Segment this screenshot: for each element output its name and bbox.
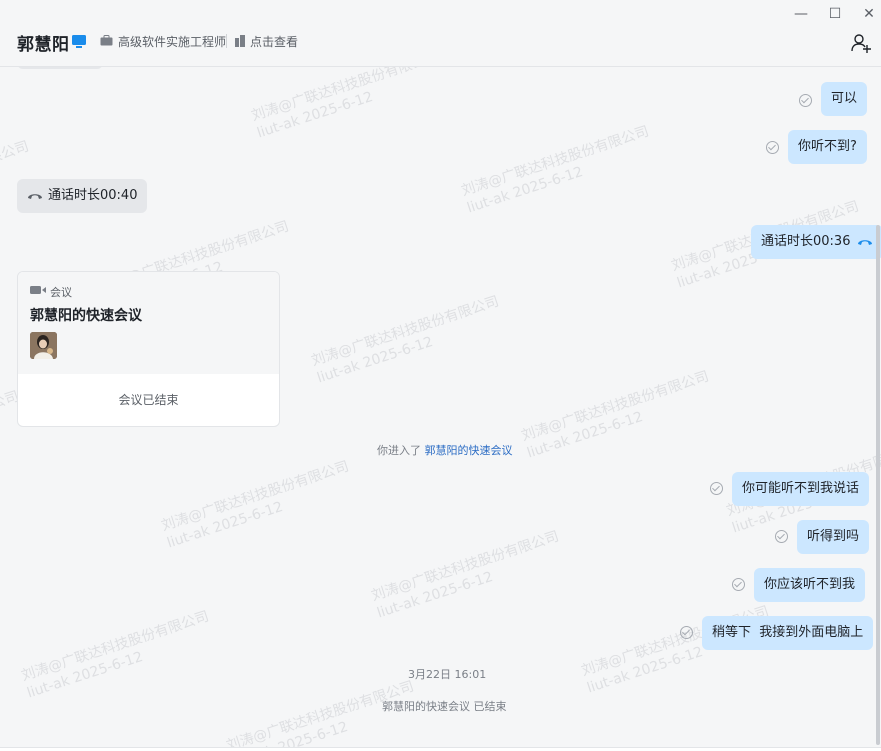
meeting-card-title: 郭慧阳的快速会议 bbox=[30, 308, 142, 324]
watermark: 刘涛@广联达科技股份有限公司liut-ak 2025-6-12 bbox=[369, 528, 561, 622]
outgoing-message[interactable]: 你应该听不到我 bbox=[754, 568, 866, 602]
watermark: 刘涛@广联达科技股份有限公司liut-ak 2025-6-12 bbox=[249, 67, 441, 142]
read-receipt-icon bbox=[732, 578, 745, 591]
meeting-card-type: 会议 bbox=[50, 286, 72, 299]
watermark: 刘涛@广联达科技股份有限公司liut-ak 2025-6-12 bbox=[309, 293, 501, 387]
watermark: 刘涛@广联达科技股份有限公司liut-ak 2025-6-12 bbox=[459, 123, 651, 217]
meeting-card-header: 会议 郭慧阳的快速会议 bbox=[18, 272, 279, 374]
participant-avatar[interactable] bbox=[30, 332, 57, 359]
meeting-card[interactable]: 会议 郭慧阳的快速会议 会议已结束 bbox=[17, 271, 280, 427]
outgoing-call-record[interactable]: 通话时长00:36 bbox=[751, 225, 881, 259]
input-area-edge bbox=[0, 747, 881, 751]
phone-hangup-icon bbox=[858, 240, 873, 245]
job-title: 高级软件实施工程师 bbox=[118, 35, 227, 49]
message-list[interactable]: 刘涛@广联达科技股份有限公司 liut-ak 2025-6-12 刘涛@广联达科技… bbox=[0, 67, 881, 751]
avatar-image bbox=[30, 332, 57, 359]
outgoing-message[interactable]: 你听不到? bbox=[788, 130, 867, 164]
briefcase-icon bbox=[100, 35, 113, 46]
call-duration: 通话时长00:40 bbox=[48, 188, 138, 203]
system-message-entered: 你进入了 郭慧阳的快速会议 bbox=[377, 442, 513, 458]
meeting-card-status: 会议已结束 bbox=[118, 393, 179, 407]
read-receipt-icon bbox=[766, 141, 779, 154]
scrollbar[interactable] bbox=[876, 225, 880, 745]
read-receipt-icon bbox=[775, 530, 788, 543]
outgoing-message[interactable]: 稍等下 我接到外面电脑上 bbox=[702, 616, 874, 650]
outgoing-message[interactable]: 听得到吗 bbox=[797, 520, 870, 554]
incoming-call-record[interactable]: 通话时长00:40 bbox=[17, 179, 148, 213]
desktop-online-icon bbox=[72, 35, 86, 48]
add-member-icon[interactable] bbox=[850, 32, 872, 54]
chat-header: — ☐ ✕ 郭慧阳 高级软件实施工程师 点击查看 bbox=[0, 0, 881, 67]
video-camera-icon bbox=[30, 286, 46, 294]
outgoing-message[interactable]: 可以 bbox=[821, 82, 868, 116]
meeting-link[interactable]: 郭慧阳的快速会议 bbox=[425, 444, 513, 457]
minimize-button[interactable]: — bbox=[793, 6, 809, 22]
read-receipt-icon bbox=[710, 482, 723, 495]
watermark: 刘涛@广联达科技股份有限公司liut-ak 2025-6-12 bbox=[159, 458, 351, 552]
phone-hangup-icon bbox=[28, 194, 42, 199]
view-org-link[interactable]: 点击查看 bbox=[250, 33, 298, 50]
close-button[interactable]: ✕ bbox=[861, 6, 877, 22]
incoming-message-partial[interactable] bbox=[17, 67, 103, 69]
timestamp: 3月22日 16:01 bbox=[408, 668, 487, 681]
header-divider bbox=[226, 34, 227, 48]
watermark: 刘涛@广联达科技股份有限公司liut-ak 2025-6-12 bbox=[224, 678, 416, 751]
contact-name[interactable]: 郭慧阳 bbox=[17, 30, 70, 55]
watermark: 刘涛@广联达科技股份有限公司liut-ak 2025-6-12 bbox=[19, 608, 211, 702]
system-text: 你进入了 bbox=[377, 444, 421, 457]
system-message-meeting-ended: 郭慧阳的快速会议 已结束 bbox=[382, 700, 507, 713]
read-receipt-icon bbox=[680, 626, 693, 639]
read-receipt-icon bbox=[799, 94, 812, 107]
maximize-button[interactable]: ☐ bbox=[827, 6, 843, 22]
watermark: 刘涛@广联达科技股份有限公司liut-ak 2025-6-12 bbox=[519, 368, 711, 462]
outgoing-message[interactable]: 你可能听不到我说话 bbox=[732, 472, 870, 506]
building-icon bbox=[235, 35, 245, 47]
call-duration: 通话时长00:36 bbox=[761, 234, 851, 249]
